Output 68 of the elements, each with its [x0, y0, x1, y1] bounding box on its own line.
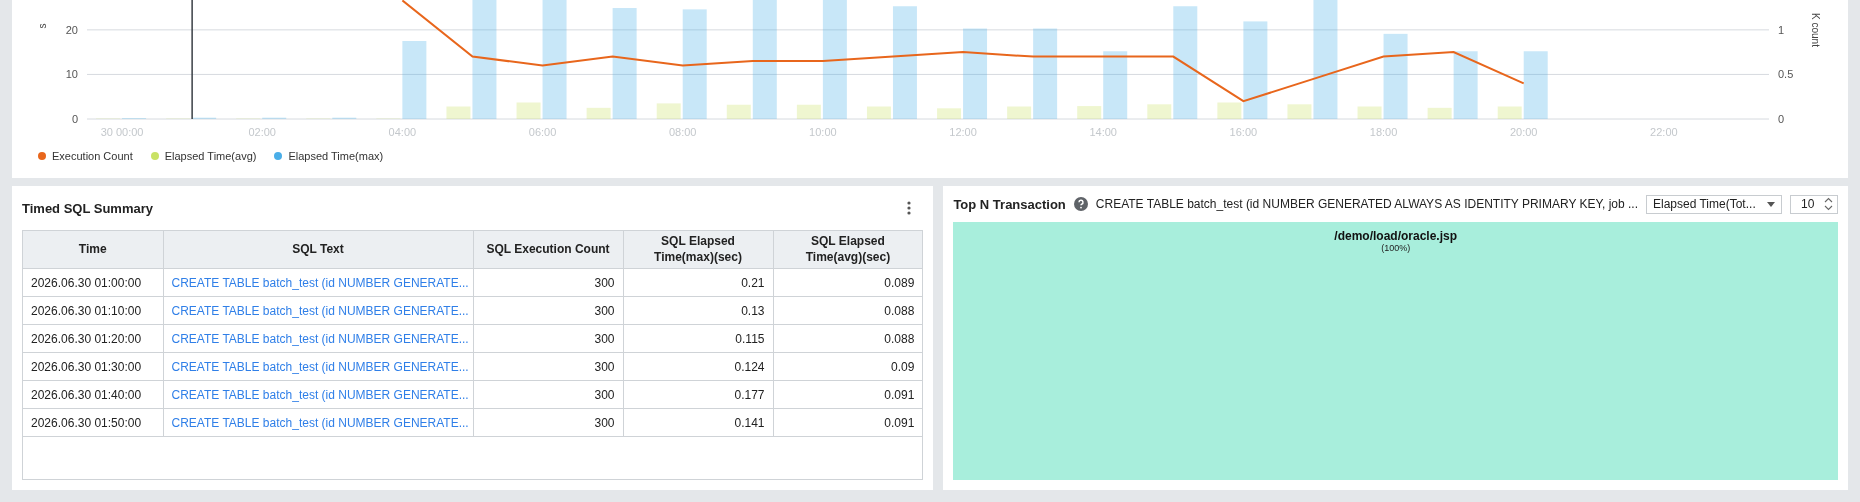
- sql-link[interactable]: CREATE TABLE batch_test (id NUMBER GENERATE...: [171, 303, 469, 318]
- treemap-tile[interactable]: /demo/load/oracle.jsp (100%): [953, 222, 1838, 480]
- legend-label[interactable]: Execution Count: [52, 150, 133, 162]
- table-cell: 300: [473, 408, 623, 437]
- table-cell: 0.13: [623, 296, 773, 325]
- table-cell: 2026.06.30 01:10:00: [23, 296, 163, 325]
- axis-label: 0: [1778, 113, 1785, 125]
- table-cell: 0.091: [773, 380, 923, 409]
- axis-label: 10: [65, 68, 78, 81]
- table-cell: 0.115: [623, 324, 773, 353]
- axis-label: 1: [1778, 23, 1785, 36]
- axis-label: 16:00: [1229, 126, 1258, 138]
- metric-dropdown[interactable]: Elapsed Time(Tot...: [1646, 194, 1782, 214]
- table-cell: 0.177: [623, 380, 773, 409]
- axis-label: 20: [65, 23, 78, 36]
- table-cell: 2026.06.30 01:30:00: [23, 352, 163, 381]
- axis-label: 02:00: [248, 126, 276, 138]
- table-cell: 0.088: [773, 296, 923, 325]
- tile-share: (100%): [1381, 243, 1411, 253]
- help-icon[interactable]: [1073, 197, 1088, 211]
- axis-label: 10:00: [809, 126, 837, 138]
- tile-label: /demo/load/oracle.jsp: [1334, 229, 1458, 243]
- axis-title: K count: [1810, 13, 1821, 47]
- more-icon[interactable]: [907, 201, 912, 215]
- table-cell: 2026.06.30 01:20:00: [23, 324, 163, 353]
- table-cell: 2026.06.30 01:40:00: [23, 380, 163, 409]
- sql-text: CREATE TABLE batch_test (id NUMBER GENERATED ALWAYS AS IDENTITY PRIMARY KEY, job ...: [1095, 197, 1638, 211]
- axis-label: 08:00: [668, 126, 697, 138]
- table-cell: 0.124: [623, 352, 773, 381]
- legend-label[interactable]: Elapsed Time(max): [288, 150, 384, 162]
- column-header[interactable]: SQL Elapsed Time(max)(sec): [623, 231, 773, 269]
- column-header[interactable]: Time: [23, 231, 163, 269]
- table-cell: 300: [473, 324, 623, 353]
- table-cell: 2026.06.30 01:50:00: [23, 408, 163, 437]
- table-cell: 300: [473, 296, 623, 325]
- count-spinner[interactable]: 10: [1790, 194, 1838, 214]
- table-cell: 300: [473, 380, 623, 409]
- axis-label: 12:00: [949, 126, 977, 138]
- table-cell: 0.21: [623, 268, 773, 297]
- column-header[interactable]: SQL Execution Count: [473, 231, 623, 269]
- sql-link[interactable]: CREATE TABLE batch_test (id NUMBER GENERATE...: [171, 359, 469, 374]
- sql-link[interactable]: CREATE TABLE batch_test (id NUMBER GENERATE...: [171, 387, 469, 402]
- panel-title: Timed SQL Summary: [22, 200, 153, 216]
- caret-icon: [1767, 201, 1775, 207]
- stepper-icon: [1824, 197, 1833, 211]
- axis-label: 14:00: [1089, 126, 1117, 138]
- table-cell: 2026.06.30 01:00:00: [23, 268, 163, 297]
- table-cell: 0.088: [773, 324, 923, 353]
- legend-label[interactable]: Elapsed Time(avg): [164, 150, 257, 162]
- sql-link[interactable]: CREATE TABLE batch_test (id NUMBER GENERATE...: [171, 415, 469, 430]
- axis-label: 18:00: [1369, 126, 1398, 138]
- sql-link[interactable]: CREATE TABLE batch_test (id NUMBER GENERATE...: [171, 275, 469, 290]
- axis-label: 0.5: [1778, 68, 1794, 81]
- table-cell: 300: [473, 352, 623, 381]
- table-cell: 0.09: [773, 352, 923, 381]
- axis-label: 0: [71, 113, 78, 125]
- column-header[interactable]: SQL Elapsed Time(avg)(sec): [773, 231, 923, 269]
- panel-title: Top N Transaction: [953, 196, 1066, 212]
- table-cell: 300: [473, 268, 623, 297]
- sql-link[interactable]: CREATE TABLE batch_test (id NUMBER GENERATE...: [171, 331, 469, 346]
- axis-label: 22:00: [1650, 126, 1678, 138]
- column-header[interactable]: SQL Text: [163, 231, 473, 269]
- axis-label: 06:00: [528, 126, 557, 138]
- table-cell: 0.089: [773, 268, 923, 297]
- axis-label: 04:00: [388, 126, 417, 138]
- table-cell: 0.091: [773, 408, 923, 437]
- table-cell: 0.141: [623, 408, 773, 437]
- axis-title: s: [37, 23, 48, 29]
